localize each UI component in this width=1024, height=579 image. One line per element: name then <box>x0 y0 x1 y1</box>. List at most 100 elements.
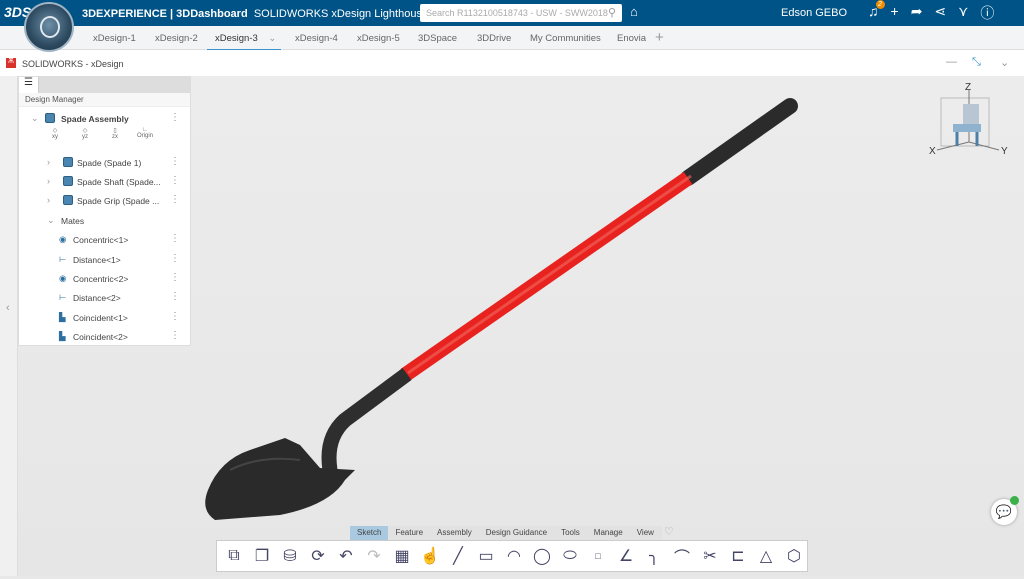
tree-part[interactable]: › Spade (Spade 1) ⋮ <box>19 154 190 172</box>
spade-grip <box>680 98 798 186</box>
tab-xdesign-5[interactable]: xDesign-5 <box>357 33 400 44</box>
tab-3dspace[interactable]: 3DSpace <box>418 33 457 44</box>
sketch-grid-icon[interactable]: ▦ <box>391 546 413 566</box>
notifications-icon[interactable]: ♫ 2 <box>868 0 885 23</box>
tab-3ddrive[interactable]: 3DDrive <box>477 33 511 44</box>
widget-title: SOLIDWORKS - xDesign <box>22 59 124 69</box>
svg-text:Z: Z <box>965 82 971 93</box>
ribbon-tab-feature[interactable]: Feature <box>388 526 430 540</box>
tree-part[interactable]: › Spade Shaft (Spade... ⋮ <box>19 173 190 191</box>
concentric-icon: ◉ <box>59 234 67 244</box>
widget-menu-chevron-icon[interactable]: ⌄ <box>1000 56 1009 69</box>
help-icon[interactable]: ⓘ <box>980 3 994 23</box>
plane-zx[interactable]: ▯ zx <box>107 127 123 140</box>
mate-item[interactable]: ◉ Concentric<1> ⋮ <box>19 231 190 249</box>
tab-xdesign-4[interactable]: xDesign-4 <box>295 33 338 44</box>
dashboard-tabs: xDesign-1 xDesign-2 xDesign-3 ⌄ xDesign-… <box>0 26 1024 51</box>
minimize-icon[interactable]: — <box>946 56 957 68</box>
spline-icon[interactable]: ⌒ <box>671 544 693 568</box>
widget-header: Ѫ SOLIDWORKS - xDesign — ⤡ ⌄ <box>0 50 1024 76</box>
undo-icon[interactable]: ↶ <box>335 546 357 566</box>
ribbon-tab-manage[interactable]: Manage <box>587 526 630 540</box>
mate-item[interactable]: ⊢ Distance<2> ⋮ <box>19 289 190 307</box>
offset-icon[interactable]: ⊏ <box>727 546 749 566</box>
user-name[interactable]: Edson GEBO <box>781 7 847 19</box>
search-input[interactable]: Search R1132100518743 - USW - SWW2018 ⚲ <box>420 4 622 22</box>
concentric-icon: ◉ <box>59 273 67 283</box>
add-icon[interactable]: + <box>891 3 899 23</box>
tag-icon[interactable]: ⌂ <box>630 4 638 19</box>
tree-part[interactable]: › Spade Grip (Spade ... ⋮ <box>19 192 190 210</box>
smart-select-icon[interactable]: ☝ <box>419 546 441 566</box>
design-manager-panel: ☰ Design Manager ⌄ Spade Assembly ⋮ ◇ xy ◇ y… <box>18 76 191 346</box>
line-icon[interactable]: ╱ <box>447 546 469 566</box>
mate-item[interactable]: ▙ Coincident<1> ⋮ <box>19 309 190 327</box>
distance-icon: ⊢ <box>59 292 67 302</box>
point-icon[interactable]: □ <box>587 551 609 561</box>
tab-xdesign-1[interactable]: xDesign-1 <box>93 33 136 44</box>
tab-enovia[interactable]: Enovia <box>617 33 646 44</box>
plane-xy[interactable]: ◇ xy <box>47 127 63 140</box>
coincident-icon: ▙ <box>59 331 66 341</box>
network-icon[interactable]: ⋖ <box>934 3 946 23</box>
mate-item[interactable]: ⊢ Distance<1> ⋮ <box>19 251 190 269</box>
distance-icon: ⊢ <box>59 254 67 264</box>
tab-my-communities[interactable]: My Communities <box>530 33 601 44</box>
arc-icon[interactable]: ◠ <box>503 546 525 566</box>
mate-item[interactable]: ◉ Concentric<2> ⋮ <box>19 270 190 288</box>
ribbon-tab-assembly[interactable]: Assembly <box>430 526 479 540</box>
svg-text:Y: Y <box>1001 146 1008 157</box>
redo-icon[interactable]: ↷ <box>363 546 385 566</box>
tools-icon[interactable]: ⋎ <box>958 3 968 23</box>
dimension-icon[interactable]: ∠ <box>615 546 637 566</box>
part-icon <box>63 157 73 167</box>
mates-folder[interactable]: ⌄ Mates <box>19 212 190 230</box>
sketch-toolbar: ⧉ ❐ ⛁ ⟳ ↶ ↷ ▦ ☝ ╱ ▭ ◠ ◯ ⬭ □ ∠ ╮ ⌒ ✂ ⊏ △ … <box>216 540 808 572</box>
trim-icon[interactable]: ✂ <box>699 546 721 566</box>
relations-icon[interactable]: △ <box>755 546 777 566</box>
search-icon[interactable]: ⚲ <box>608 6 616 19</box>
plane-yz[interactable]: ◇ yz <box>77 127 93 140</box>
save-icon[interactable]: ⛁ <box>279 546 301 566</box>
origin[interactable]: ∟ Origin <box>137 127 153 140</box>
ribbon-tab-design-guidance[interactable]: Design Guidance <box>479 526 554 540</box>
tree-root[interactable]: ⌄ Spade Assembly ⋮ <box>19 110 190 128</box>
top-bar: 3DS 3DEXPERIENCE | 3DDashboard SOLIDWORK… <box>0 0 1024 26</box>
add-tab-icon[interactable]: + <box>655 29 664 46</box>
expand-panel-icon[interactable]: ‹ <box>6 302 10 314</box>
part-icon <box>63 195 73 205</box>
view-cube-triad[interactable]: ‹ Z X Y <box>925 80 1015 160</box>
ribbon-tab-view[interactable]: View <box>630 526 661 540</box>
part-icon <box>63 176 73 186</box>
left-strip: ‹ <box>0 76 18 576</box>
insert-part-icon[interactable]: ❐ <box>251 546 273 566</box>
regenerate-icon[interactable]: ⟳ <box>307 546 329 566</box>
fillet-icon[interactable]: ╮ <box>643 546 665 566</box>
spade-neck <box>321 367 412 472</box>
solidworks-logo-icon: Ѫ <box>6 58 16 68</box>
ribbon-collapse-icon[interactable]: ♡ <box>664 525 674 538</box>
status-dot <box>1010 496 1019 505</box>
tab-xdesign-3[interactable]: xDesign-3 ⌄ <box>207 33 281 51</box>
ribbon-tab-sketch[interactable]: Sketch <box>350 526 389 540</box>
assembly-icon <box>45 113 55 123</box>
share-icon[interactable]: ➦ <box>911 3 923 23</box>
tab-xdesign-2[interactable]: xDesign-2 <box>155 33 198 44</box>
collapse-icon[interactable]: ⤡ <box>972 56 981 69</box>
tree-tab-icon[interactable]: ☰ <box>19 77 39 93</box>
circle-icon[interactable]: ◯ <box>531 546 553 566</box>
svg-text:X: X <box>929 146 936 157</box>
compass-button[interactable] <box>24 2 74 52</box>
mate-item[interactable]: ▙ Coincident<2> ⋮ <box>19 328 190 346</box>
coincident-icon: ▙ <box>59 312 66 322</box>
slot-icon[interactable]: ⬭ <box>559 547 581 565</box>
ribbon-tabs: Sketch Feature Assembly Design Guidance … <box>350 526 662 540</box>
chat-button[interactable]: 💬 <box>991 496 1019 525</box>
panel-title: Design Manager <box>19 93 190 107</box>
view-icon[interactable]: ⬡ <box>783 546 805 566</box>
app-title[interactable]: 3DEXPERIENCE | 3DDashboard SOLIDWORKS xD… <box>82 7 440 20</box>
more-icon: ⋮ <box>170 112 180 123</box>
ribbon-tab-tools[interactable]: Tools <box>554 526 587 540</box>
rectangle-icon[interactable]: ▭ <box>475 546 497 566</box>
new-part-icon[interactable]: ⧉ <box>223 547 245 565</box>
